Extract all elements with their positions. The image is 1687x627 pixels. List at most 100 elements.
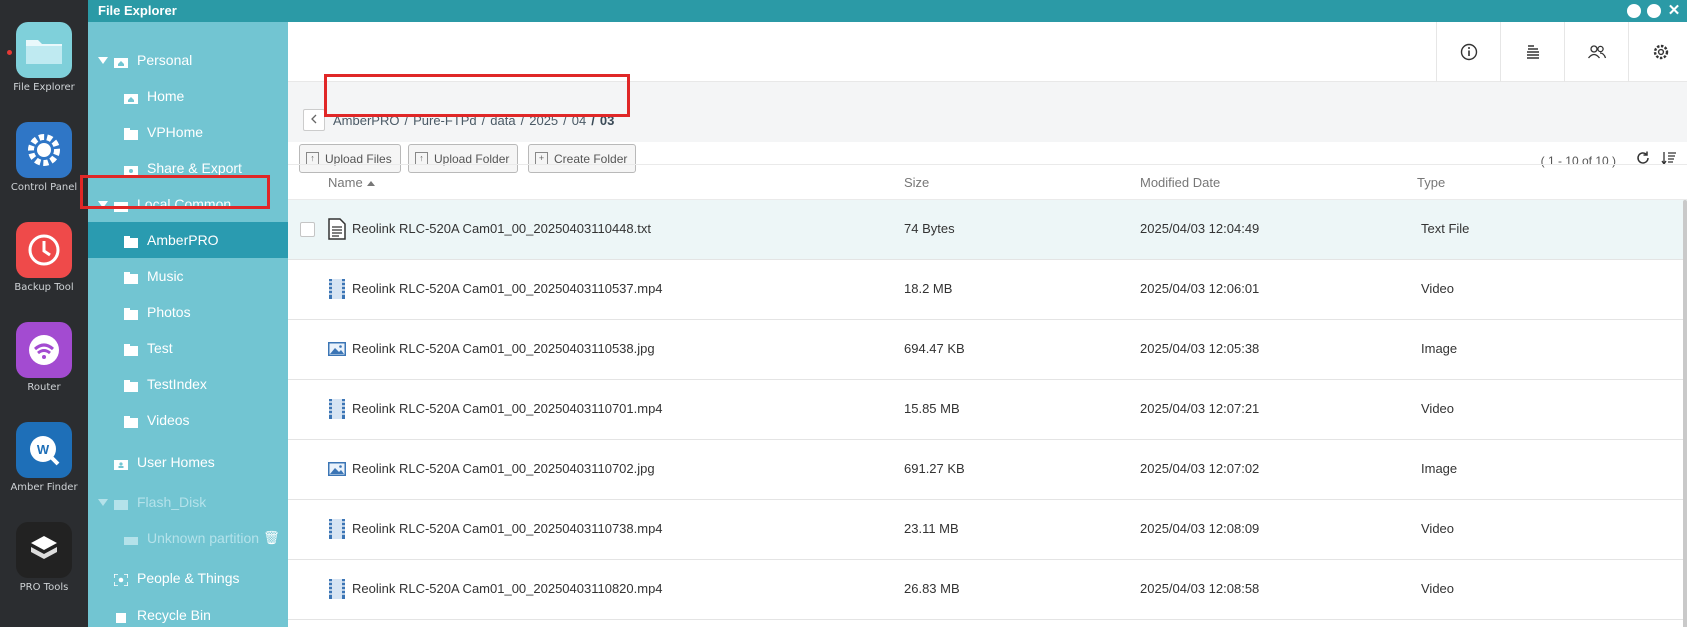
tree-label: Unknown partition — [147, 530, 260, 546]
file-modified-date: 2025/04/03 12:08:09 — [1140, 521, 1260, 536]
gear-icon — [16, 122, 72, 178]
info-button[interactable] — [1436, 22, 1500, 82]
folder-icon — [124, 127, 138, 140]
tree-testindex[interactable]: TestIndex — [88, 366, 288, 402]
file-type: Video — [1421, 401, 1455, 416]
dock-app-backup-tool[interactable]: Backup Tool — [0, 222, 88, 293]
tasks-button[interactable] — [1500, 22, 1564, 82]
table-row[interactable]: Reolink RLC-520A Cam01_00_20250403110537… — [288, 260, 1687, 320]
column-modified-date[interactable]: Modified Date — [1140, 175, 1220, 190]
tree-videos[interactable]: Videos — [88, 402, 288, 438]
table-row[interactable]: Reolink RLC-520A Cam01_00_20250403110702… — [288, 440, 1687, 500]
file-pane: AmberPRO / Pure-FTPd / data / 2025 / 04 … — [288, 22, 1687, 627]
tree-label: Home — [147, 88, 185, 104]
trash-icon[interactable]: 🗑 — [263, 530, 280, 546]
column-name[interactable]: Name — [328, 175, 375, 190]
folder-icon — [124, 235, 138, 248]
wifi-icon — [16, 322, 72, 378]
home-folder-icon — [114, 55, 128, 68]
file-modified-date: 2025/04/03 12:05:38 — [1140, 341, 1260, 356]
table-header: Name Size Modified Date Type — [288, 164, 1687, 200]
info-icon — [1460, 43, 1477, 61]
share-folder-icon — [124, 163, 138, 176]
finder-icon: W — [16, 422, 72, 478]
tree-photos[interactable]: Photos — [88, 294, 288, 330]
column-type[interactable]: Type — [1417, 175, 1445, 190]
video-file-icon — [327, 578, 347, 600]
tree-personal[interactable]: Personal — [88, 42, 288, 78]
folder-tree: Personal Home VPHome Share & Export Loca… — [88, 22, 288, 627]
tree-label: User Homes — [137, 454, 215, 470]
expand-caret-icon[interactable] — [98, 56, 108, 64]
drive-icon — [114, 199, 128, 212]
tree-label: TestIndex — [147, 376, 207, 392]
tree-test[interactable]: Test — [88, 330, 288, 366]
vertical-scrollbar[interactable] — [1683, 200, 1687, 627]
file-size: 15.85 MB — [904, 401, 960, 416]
top-toolbar — [288, 22, 1687, 82]
tree-label: Photos — [147, 304, 191, 320]
file-name: Reolink RLC-520A Cam01_00_20250403110738… — [352, 521, 663, 536]
file-modified-date: 2025/04/03 12:07:02 — [1140, 461, 1260, 476]
users-button[interactable] — [1564, 22, 1628, 82]
file-modified-date: 2025/04/03 12:08:58 — [1140, 581, 1260, 596]
file-size: 691.27 KB — [904, 461, 965, 476]
file-size: 694.47 KB — [904, 341, 965, 356]
tree-music[interactable]: Music — [88, 258, 288, 294]
dock-app-control-panel[interactable]: Control Panel — [0, 122, 88, 193]
clock-icon — [16, 222, 72, 278]
tree-label: Flash_Disk — [137, 494, 207, 510]
file-list: Reolink RLC-520A Cam01_00_20250403110448… — [288, 200, 1687, 620]
file-modified-date: 2025/04/03 12:04:49 — [1140, 221, 1260, 236]
folder-icon — [124, 271, 138, 284]
settings-button[interactable] — [1628, 22, 1687, 82]
tree-local-common[interactable]: Local Common — [88, 186, 288, 222]
dock-app-amber-finder[interactable]: W Amber Finder — [0, 422, 88, 493]
row-checkbox[interactable] — [300, 222, 315, 237]
expand-caret-icon[interactable] — [98, 200, 108, 208]
file-name: Reolink RLC-520A Cam01_00_20250403110538… — [352, 341, 655, 356]
tree-unknown-partition[interactable]: Unknown partition 🗑 — [88, 520, 288, 556]
window-controls: ✕ — [1627, 3, 1681, 18]
close-button[interactable]: ✕ — [1667, 3, 1681, 18]
sort-ascending-icon — [366, 181, 375, 187]
people-things-icon — [113, 572, 129, 587]
tree-user-homes[interactable]: User Homes — [88, 444, 288, 480]
column-size[interactable]: Size — [904, 175, 929, 190]
tree-label: Music — [147, 268, 184, 284]
tree-people-things[interactable]: People & Things — [88, 560, 288, 596]
tree-label: Videos — [147, 412, 190, 428]
minimize-button[interactable] — [1627, 4, 1641, 18]
dock-app-router[interactable]: Router — [0, 322, 88, 393]
dock-app-pro-tools[interactable]: PRO Tools — [0, 522, 88, 593]
file-name: Reolink RLC-520A Cam01_00_20250403110537… — [352, 281, 663, 296]
expand-caret-icon[interactable] — [98, 498, 108, 506]
tree-flash-disk[interactable]: Flash_Disk — [88, 484, 288, 520]
table-row[interactable]: Reolink RLC-520A Cam01_00_20250403110538… — [288, 320, 1687, 380]
table-row[interactable]: Reolink RLC-520A Cam01_00_20250403110820… — [288, 560, 1687, 620]
tree-share-export[interactable]: Share & Export — [88, 150, 288, 186]
tree-label: AmberPRO — [147, 232, 219, 248]
table-row[interactable]: Reolink RLC-520A Cam01_00_20250403110701… — [288, 380, 1687, 440]
tree-vphome[interactable]: VPHome — [88, 114, 288, 150]
video-file-icon — [327, 518, 347, 540]
folder-icon — [124, 415, 138, 428]
column-label: Name — [328, 175, 363, 190]
file-type: Video — [1421, 581, 1455, 596]
users-folder-icon — [114, 457, 128, 470]
folder-icon — [124, 307, 138, 320]
dock-app-file-explorer[interactable]: File Explorer — [0, 22, 88, 93]
table-row[interactable]: Reolink RLC-520A Cam01_00_20250403110448… — [288, 200, 1687, 260]
maximize-button[interactable] — [1647, 4, 1661, 18]
tree-amberpro[interactable]: AmberPRO — [88, 222, 288, 258]
box-icon — [16, 522, 72, 578]
table-row[interactable]: Reolink RLC-520A Cam01_00_20250403110738… — [288, 500, 1687, 560]
file-type: Image — [1421, 461, 1458, 476]
tree-recycle-bin[interactable]: Recycle Bin — [88, 597, 288, 627]
file-size: 26.83 MB — [904, 581, 960, 596]
file-type: Image — [1421, 341, 1458, 356]
gear-icon — [1653, 44, 1668, 60]
file-size: 74 Bytes — [904, 221, 955, 236]
file-modified-date: 2025/04/03 12:06:01 — [1140, 281, 1260, 296]
tree-home[interactable]: Home — [88, 78, 288, 114]
